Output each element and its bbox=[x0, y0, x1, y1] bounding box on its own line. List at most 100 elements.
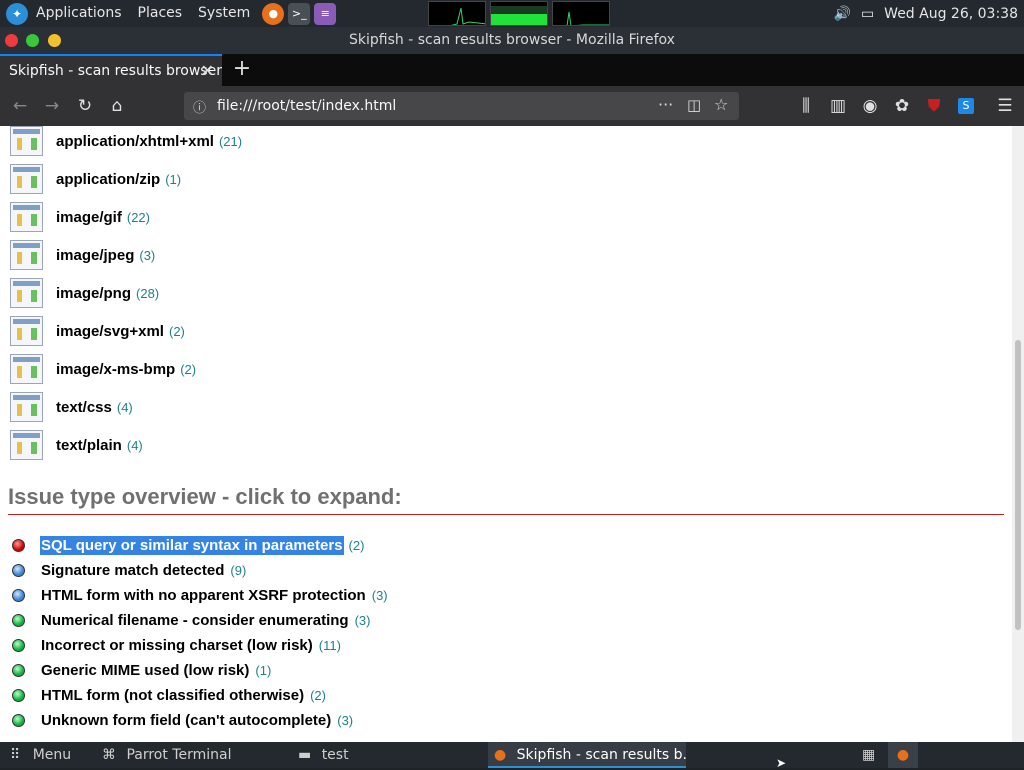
issue-count: (9) bbox=[230, 562, 247, 578]
issue-row[interactable]: HTML form (not classified otherwise) (2) bbox=[12, 683, 326, 707]
mouse-cursor-icon: ➤ bbox=[776, 756, 787, 770]
clock[interactable]: Wed Aug 26, 03:38 bbox=[884, 6, 1018, 22]
mime-type-name[interactable]: image/jpeg bbox=[56, 247, 134, 264]
volume-icon[interactable]: 🔊 bbox=[834, 6, 851, 22]
applications-menu[interactable]: Applications bbox=[28, 0, 130, 27]
page-scrollbar[interactable] bbox=[1012, 126, 1024, 742]
taskbar-task-terminal[interactable]: ⌘ Parrot Terminal bbox=[96, 742, 237, 768]
mime-type-count: (21) bbox=[218, 133, 243, 149]
bookmark-star-icon[interactable]: ☆ bbox=[714, 95, 728, 114]
issue-count: (3) bbox=[354, 612, 371, 628]
mime-type-name[interactable]: application/zip bbox=[56, 171, 160, 188]
reload-icon[interactable]: ↻ bbox=[73, 94, 97, 118]
issue-label[interactable]: Unknown form field (can't autocomplete) bbox=[40, 711, 332, 730]
account-icon[interactable]: ◉ bbox=[858, 94, 882, 118]
mime-type-icon bbox=[10, 164, 43, 194]
mime-type-name[interactable]: text/plain bbox=[56, 437, 122, 454]
issue-label[interactable]: Signature match detected bbox=[40, 561, 225, 580]
issue-row[interactable]: Numerical filename - consider enumeratin… bbox=[12, 608, 370, 632]
display-icon[interactable]: ▭ bbox=[861, 6, 874, 22]
issues-heading: Issue type overview - click to expand: bbox=[8, 484, 1004, 515]
mime-type-count: (2) bbox=[180, 361, 197, 377]
mime-type-row[interactable]: image/svg+xml (2) bbox=[10, 316, 185, 346]
sidebar-icon[interactable]: ▥ bbox=[826, 94, 850, 118]
info-icon[interactable]: ⓘ bbox=[193, 97, 206, 116]
mime-type-row[interactable]: image/gif (22) bbox=[10, 202, 150, 232]
ublock-icon[interactable]: ⛊ bbox=[922, 94, 946, 118]
back-arrow-icon[interactable]: ← bbox=[8, 94, 32, 118]
url-text[interactable]: file:///root/test/index.html bbox=[217, 92, 396, 120]
minimize-window-button[interactable] bbox=[48, 34, 61, 47]
system-monitor[interactable] bbox=[428, 1, 610, 26]
issue-label[interactable]: SQL query or similar syntax in parameter… bbox=[40, 535, 344, 555]
issue-row[interactable]: Incorrect or missing charset (low risk)(… bbox=[12, 633, 341, 657]
hamburger-menu-icon[interactable]: ☰ bbox=[993, 94, 1017, 118]
severity-dot-icon bbox=[12, 638, 25, 652]
memory-graph bbox=[490, 1, 548, 26]
scrollbar-thumb[interactable] bbox=[1015, 340, 1021, 630]
new-tab-button[interactable]: + bbox=[230, 54, 254, 86]
extension-s-icon[interactable]: S bbox=[954, 94, 978, 118]
parrot-logo-icon[interactable]: ✦ bbox=[6, 2, 28, 25]
browser-tab-strip: Skipfish - scan results browser ✕ + bbox=[0, 54, 1024, 86]
page-actions-icon[interactable]: ··· bbox=[658, 95, 673, 114]
library-icon[interactable]: ⫼ bbox=[794, 94, 818, 118]
issue-row[interactable]: HTML form with no apparent XSRF protecti… bbox=[12, 583, 388, 607]
mime-type-row[interactable]: text/plain (4) bbox=[10, 430, 143, 460]
mime-type-name[interactable]: image/svg+xml bbox=[56, 323, 164, 340]
grid-menu-icon: ⠿ bbox=[10, 747, 21, 763]
page-content: application/xhtml+xml (21) application/zip… bbox=[0, 126, 1012, 742]
taskbar-task-folder[interactable]: ▬ test bbox=[292, 742, 355, 768]
mime-type-name[interactable]: image/png bbox=[56, 285, 131, 302]
maximize-window-button[interactable] bbox=[26, 34, 39, 47]
issue-label[interactable]: Generic MIME used (low risk) bbox=[40, 661, 250, 680]
network-graph bbox=[552, 1, 610, 26]
cpu-graph bbox=[428, 1, 486, 26]
issue-label[interactable]: HTML form (not classified otherwise) bbox=[40, 686, 305, 705]
mime-type-row[interactable]: text/css (4) bbox=[10, 392, 133, 422]
tab-skipfish[interactable]: Skipfish - scan results browser ✕ bbox=[0, 54, 222, 86]
issue-count: (3) bbox=[337, 712, 354, 728]
issue-row[interactable]: Signature match detected (9) bbox=[12, 558, 246, 582]
mime-type-row[interactable]: application/zip (1) bbox=[10, 164, 181, 194]
mime-type-count: (22) bbox=[126, 209, 150, 225]
issue-row[interactable]: SQL query or similar syntax in parameter… bbox=[12, 533, 364, 557]
mime-type-name[interactable]: text/css bbox=[56, 399, 112, 416]
extension-monkey-icon[interactable]: ✿ bbox=[890, 94, 914, 118]
terminal-icon: ⌘ bbox=[102, 747, 116, 763]
taskbar-menu-button[interactable]: ⠿ Menu bbox=[10, 742, 71, 768]
tray-firefox-icon[interactable]: ● bbox=[888, 742, 918, 768]
system-menu[interactable]: System bbox=[190, 0, 258, 27]
issue-label[interactable]: HTML form with no apparent XSRF protecti… bbox=[40, 586, 367, 605]
forward-arrow-icon[interactable]: → bbox=[40, 94, 64, 118]
mime-type-name[interactable]: image/gif bbox=[56, 209, 122, 226]
mime-type-row[interactable]: application/xhtml+xml (21) bbox=[10, 126, 242, 156]
issue-count: (11) bbox=[318, 637, 341, 653]
tray-workspace-icon[interactable]: ▦ bbox=[862, 742, 875, 768]
terminal-launcher-icon[interactable]: >_ bbox=[288, 2, 311, 25]
issue-label[interactable]: Numerical filename - consider enumeratin… bbox=[40, 611, 350, 630]
firefox-launcher-icon[interactable]: ● bbox=[262, 2, 285, 25]
mime-type-icon bbox=[10, 430, 43, 460]
close-window-button[interactable] bbox=[5, 34, 18, 47]
issue-row[interactable]: Unknown form field (can't autocomplete) (… bbox=[12, 708, 353, 732]
folder-icon: ▬ bbox=[298, 747, 312, 763]
window-titlebar[interactable]: Skipfish - scan results browser - Mozill… bbox=[0, 27, 1024, 54]
home-icon[interactable]: ⌂ bbox=[105, 94, 129, 118]
mime-type-name[interactable]: application/xhtml+xml bbox=[56, 133, 214, 150]
severity-dot-icon bbox=[12, 563, 25, 577]
desktop-top-panel: ✦ Applications Places System ● >_ ≡ 🔊 ▭ … bbox=[0, 0, 1024, 27]
close-tab-icon[interactable]: ✕ bbox=[201, 56, 214, 86]
issue-row[interactable]: Generic MIME used (low risk) (1) bbox=[12, 658, 271, 682]
mime-type-row[interactable]: image/jpeg (3) bbox=[10, 240, 155, 270]
mime-type-row[interactable]: image/png (28) bbox=[10, 278, 159, 308]
mime-type-name[interactable]: image/x-ms-bmp bbox=[56, 361, 175, 378]
places-menu[interactable]: Places bbox=[130, 0, 191, 27]
issue-label[interactable]: Incorrect or missing charset (low risk) bbox=[40, 636, 314, 655]
taskbar-task-firefox[interactable]: ● Skipfish - scan results b... bbox=[488, 742, 686, 768]
url-bar[interactable]: ⓘ file:///root/test/index.html ··· ◫ ☆ bbox=[184, 92, 739, 120]
mime-type-icon bbox=[10, 392, 43, 422]
mime-type-row[interactable]: image/x-ms-bmp (2) bbox=[10, 354, 196, 384]
text-editor-launcher-icon[interactable]: ≡ bbox=[314, 2, 337, 25]
pocket-icon[interactable]: ◫ bbox=[687, 96, 701, 114]
